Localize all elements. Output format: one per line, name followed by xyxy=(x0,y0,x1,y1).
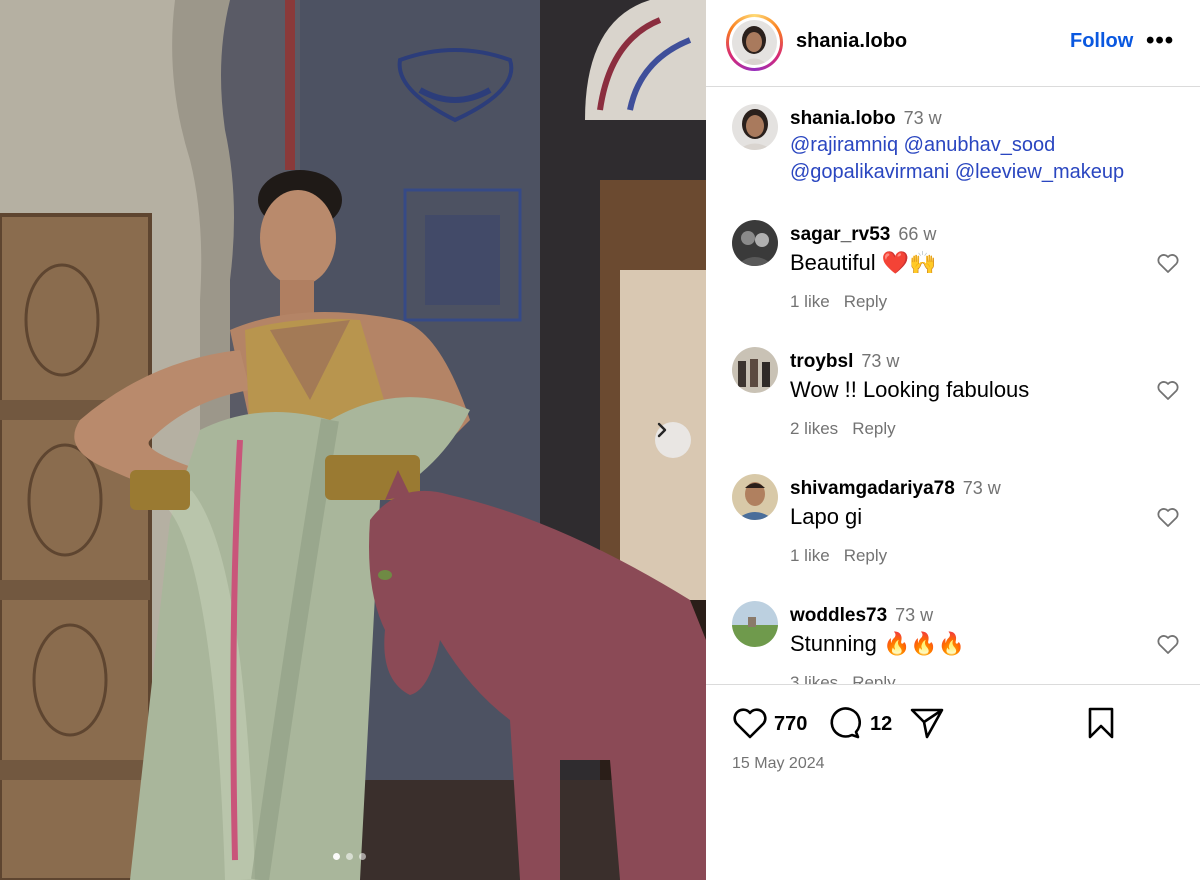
reply-button[interactable]: Reply xyxy=(852,419,895,438)
chevron-right-icon xyxy=(657,422,667,438)
comment-meta: 3 likes Reply xyxy=(790,673,910,684)
comment-username[interactable]: sagar_rv53 xyxy=(790,224,890,245)
comment-text: Wow !! Looking fabulous xyxy=(790,377,1030,402)
follow-button[interactable]: Follow xyxy=(1070,30,1133,53)
author-username[interactable]: shania.lobo xyxy=(796,30,907,53)
heart-icon[interactable] xyxy=(1156,505,1180,529)
heart-icon[interactable] xyxy=(1156,378,1180,402)
avatar[interactable] xyxy=(732,104,778,150)
comment-username[interactable]: woddles73 xyxy=(790,605,887,626)
caption-time: 73 w xyxy=(903,108,942,128)
comments-list[interactable]: shania.lobo 73 w @rajiramniq @anubhav_soo… xyxy=(706,88,1200,684)
post-actions: 770 12 15 May 2024 xyxy=(706,684,1200,880)
comment-text: Lapo gi xyxy=(790,504,863,529)
comment-meta: 1 like Reply xyxy=(790,292,901,312)
caption-mentions-2[interactable]: @gopalikavirmani @leeview_makeup xyxy=(790,161,1124,184)
avatar[interactable] xyxy=(732,347,778,393)
comment-icon[interactable] xyxy=(826,706,862,740)
comment-header: woddles73 73 w xyxy=(790,605,933,627)
caption-username[interactable]: shania.lobo xyxy=(790,108,896,129)
carousel-dot xyxy=(333,853,340,860)
comment-header: shivamgadariya78 73 w xyxy=(790,478,1001,500)
post-header: shania.lobo Follow ••• xyxy=(706,0,1200,87)
comment-time: 73 w xyxy=(962,478,1001,498)
post-photo xyxy=(0,0,706,880)
comment-count[interactable]: 12 xyxy=(870,713,892,736)
caption-header: shania.lobo 73 w xyxy=(790,108,942,130)
avatar[interactable] xyxy=(732,474,778,520)
comment-header: sagar_rv53 66 w xyxy=(790,224,936,246)
reply-button[interactable]: Reply xyxy=(844,292,887,311)
comment-meta: 2 likes Reply xyxy=(790,419,910,439)
comment-username[interactable]: shivamgadariya78 xyxy=(790,478,955,499)
carousel-dot xyxy=(359,853,366,860)
like-button[interactable] xyxy=(732,706,768,740)
next-image-button[interactable] xyxy=(655,422,691,458)
comment-meta: 1 like Reply xyxy=(790,546,901,566)
comment-likes[interactable]: 3 likes xyxy=(790,673,838,684)
like-count[interactable]: 770 xyxy=(774,713,807,736)
post-image[interactable] xyxy=(0,0,706,880)
comment-likes[interactable]: 1 like xyxy=(790,292,830,311)
reply-button[interactable]: Reply xyxy=(852,673,895,684)
reply-button[interactable]: Reply xyxy=(844,546,887,565)
carousel-indicator xyxy=(333,853,366,860)
heart-icon[interactable] xyxy=(1156,632,1180,656)
comment-text: Stunning 🔥🔥🔥 xyxy=(790,631,966,656)
post-panel: shania.lobo Follow ••• shania.lobo 73 w @… xyxy=(706,0,1200,880)
bookmark-icon[interactable] xyxy=(1086,706,1116,740)
comment-time: 73 w xyxy=(861,351,900,371)
more-icon[interactable]: ••• xyxy=(1146,27,1174,55)
heart-icon[interactable] xyxy=(1156,251,1180,275)
avatar[interactable] xyxy=(732,220,778,266)
share-icon[interactable] xyxy=(909,706,945,740)
comment-likes[interactable]: 1 like xyxy=(790,546,830,565)
profile-photo xyxy=(732,20,777,65)
carousel-dot xyxy=(346,853,353,860)
comment-username[interactable]: troybsl xyxy=(790,351,853,372)
caption-mentions-1[interactable]: @rajiramniq @anubhav_sood xyxy=(790,134,1055,157)
comment-likes[interactable]: 2 likes xyxy=(790,419,838,438)
comment-time: 73 w xyxy=(895,605,934,625)
avatar[interactable] xyxy=(732,601,778,647)
comment-text: Beautiful ❤️🙌 xyxy=(790,250,937,275)
comment-time: 66 w xyxy=(898,224,937,244)
comment-header: troybsl 73 w xyxy=(790,351,899,373)
post-date[interactable]: 15 May 2024 xyxy=(732,755,825,773)
avatar[interactable] xyxy=(726,14,783,71)
